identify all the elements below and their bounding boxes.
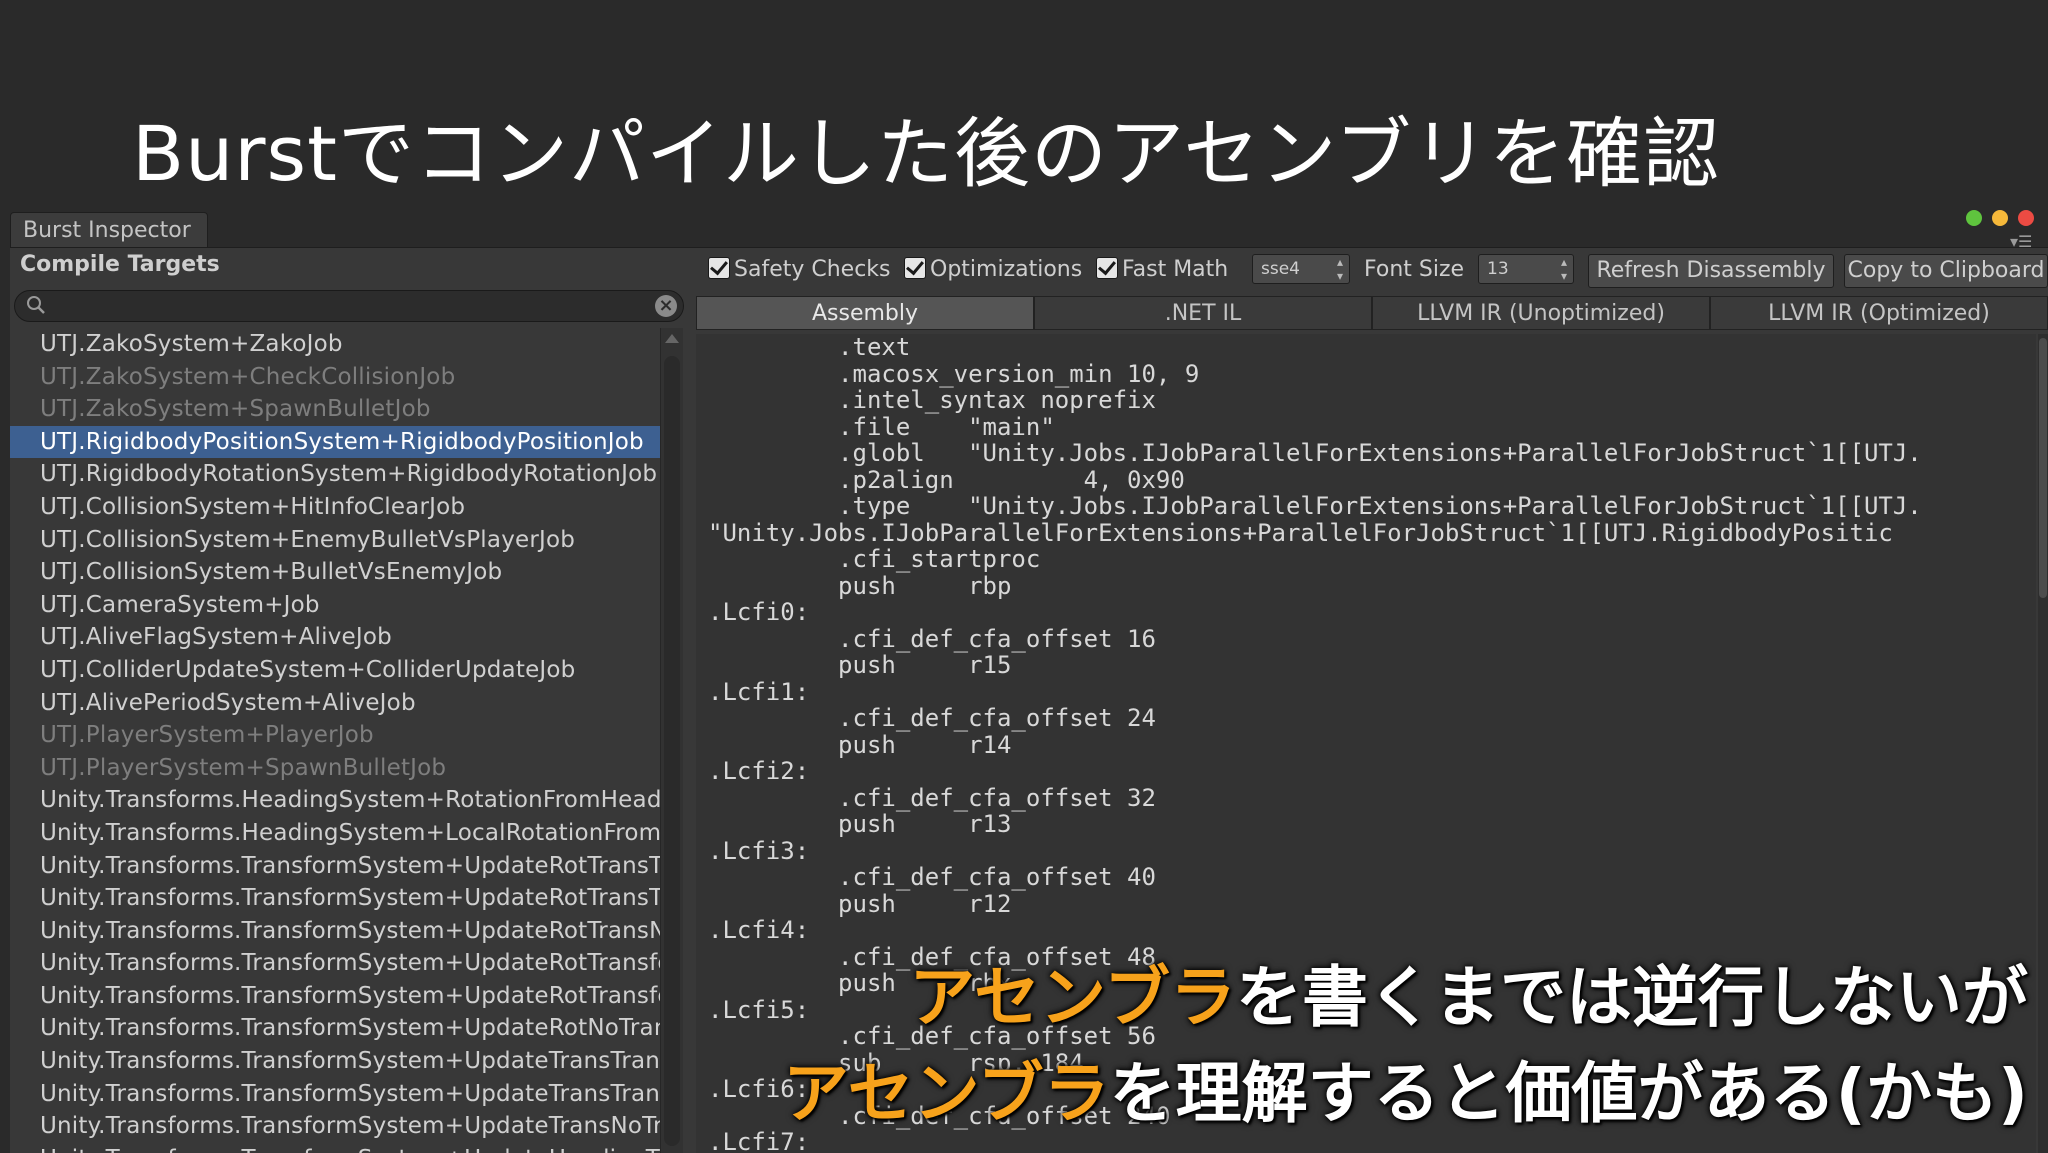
font-size-dropdown[interactable]: 13 ▴ ▾: [1478, 254, 1574, 284]
compile-target-item[interactable]: Unity.Transforms.TransformSystem+UpdateT…: [10, 1045, 670, 1078]
compile-target-item[interactable]: UTJ.ZakoSystem+CheckCollisionJob: [10, 361, 670, 394]
asm-line: .Lcfi1:: [708, 677, 810, 706]
window-close-button[interactable]: [2018, 210, 2034, 226]
compile-target-item[interactable]: UTJ.CollisionSystem+BulletVsEnemyJob: [10, 556, 670, 589]
window-tab-burst-inspector[interactable]: Burst Inspector: [10, 212, 208, 248]
compile-target-item[interactable]: Unity.Transforms.TransformSystem+UpdateH…: [10, 1143, 670, 1153]
compile-target-item[interactable]: Unity.Transforms.TransformSystem+UpdateR…: [10, 882, 670, 915]
caption-accent-word: アセンブラ: [782, 1055, 1110, 1132]
compile-targets-list: UTJ.ZakoSystem+ZakoJob UTJ.ZakoSystem+Che…: [10, 328, 670, 1153]
window-zoom-button[interactable]: [1966, 210, 1982, 226]
asm-line: .cfi_def_cfa_offset 16: [708, 624, 1156, 653]
compile-targets-panel: Compile Targets × UTJ.ZakoSystem+ZakoJob…: [10, 248, 684, 1153]
scrollbar-thumb[interactable]: [2039, 338, 2047, 598]
compile-targets-header: Compile Targets: [20, 252, 220, 277]
refresh-disassembly-button[interactable]: Refresh Disassembly: [1588, 254, 1834, 288]
window-minimize-button[interactable]: [1992, 210, 2008, 226]
compile-target-item[interactable]: Unity.Transforms.TransformSystem+UpdateR…: [10, 980, 670, 1013]
optimizations-toggle[interactable]: Optimizations: [904, 256, 1082, 284]
compile-target-item[interactable]: UTJ.ColliderUpdateSystem+ColliderUpdateJ…: [10, 654, 670, 687]
asm-line: .Lcfi0:: [708, 598, 810, 626]
compile-target-item[interactable]: UTJ.ZakoSystem+ZakoJob: [10, 328, 670, 361]
asm-line: .Lcfi3:: [708, 836, 810, 865]
tab-llvm-ir-optimized[interactable]: LLVM IR (Optimized): [1710, 296, 2048, 330]
optimizations-checkbox[interactable]: [904, 257, 926, 279]
asm-line: .cfi_def_cfa_offset 24: [708, 704, 1156, 732]
asm-line: .file "main": [708, 412, 1055, 441]
copy-to-clipboard-button[interactable]: Copy to Clipboard: [1844, 254, 2048, 288]
asm-line: "Unity.Jobs.IJobParallelForExtensions+Pa…: [708, 518, 1893, 547]
asm-line: .Lcfi4:: [708, 916, 810, 944]
font-size-label: Font Size: [1364, 257, 1465, 282]
target-cpu-dropdown[interactable]: sse4 ▴ ▾: [1252, 254, 1350, 284]
inspector-toolbar: Safety Checks Optimizations Fast Math ss…: [694, 248, 2048, 292]
tab-llvm-ir-unoptimized[interactable]: LLVM IR (Unoptimized): [1372, 296, 1710, 330]
asm-line: .cfi_startproc: [708, 545, 1041, 573]
asm-line: .type "Unity.Jobs.IJobParallelForExtensi…: [708, 492, 1922, 520]
compile-target-item[interactable]: UTJ.CollisionSystem+HitInfoClearJob: [10, 491, 670, 524]
ir-tab-bar: Assembly .NET IL LLVM IR (Unoptimized) LLVM…: [696, 296, 2048, 330]
safety-checks-checkbox[interactable]: [708, 257, 730, 279]
dropdown-arrows-icon: ▴ ▾: [1560, 255, 1567, 283]
caption-line-2: アセンブラを理解すると価値がある(かも): [782, 1055, 2028, 1132]
compile-target-item[interactable]: Unity.Transforms.HeadingSystem+LocalRota…: [10, 817, 670, 850]
compile-target-item[interactable]: UTJ.RigidbodyRotationSystem+RigidbodyRot…: [10, 458, 670, 491]
compile-target-item[interactable]: UTJ.RigidbodyPositionSystem+RigidbodyPos…: [10, 425, 670, 459]
compile-target-item[interactable]: Unity.Transforms.TransformSystem+UpdateR…: [10, 915, 670, 948]
slide-title: Burstでコンパイルした後のアセンブリを確認: [132, 109, 1721, 198]
dropdown-arrows-icon: ▴ ▾: [1336, 255, 1343, 283]
safety-checks-toggle[interactable]: Safety Checks: [708, 256, 891, 284]
compile-target-item[interactable]: UTJ.AliveFlagSystem+AliveJob: [10, 621, 670, 654]
compile-target-item[interactable]: Unity.Transforms.TransformSystem+UpdateR…: [10, 947, 670, 980]
asm-line: .macosx_version_min 10, 9: [708, 359, 1200, 388]
tab-assembly[interactable]: Assembly: [696, 296, 1034, 330]
asm-line: .p2align 4, 0x90: [708, 465, 1185, 494]
asm-line: .Lcfi2:: [708, 757, 810, 785]
tab-net-il[interactable]: .NET IL: [1034, 296, 1372, 330]
asm-line: push rbp: [708, 571, 1012, 600]
asm-line: .globl "Unity.Jobs.IJobParallelForExtens…: [708, 439, 1922, 467]
scroll-up-arrow-icon[interactable]: [665, 334, 679, 343]
fast-math-toggle[interactable]: Fast Math: [1096, 256, 1228, 284]
compile-target-item[interactable]: Unity.Transforms.TransformSystem+UpdateR…: [10, 850, 670, 883]
compile-target-item[interactable]: UTJ.PlayerSystem+PlayerJob: [10, 719, 670, 752]
compile-target-item[interactable]: Unity.Transforms.TransformSystem+UpdateT…: [10, 1078, 670, 1111]
caption-accent-word: アセンブラ: [909, 959, 1236, 1036]
asm-line: .intel_syntax noprefix: [708, 386, 1156, 414]
disassembly-scrollbar[interactable]: [2038, 334, 2048, 1153]
compile-target-item[interactable]: UTJ.CollisionSystem+EnemyBulletVsPlayerJ…: [10, 524, 670, 557]
compile-target-item[interactable]: Unity.Transforms.TransformSystem+UpdateT…: [10, 1110, 670, 1143]
compile-target-item[interactable]: Unity.Transforms.TransformSystem+UpdateR…: [10, 1012, 670, 1045]
scrollbar-thumb[interactable]: [664, 356, 680, 1146]
search-icon: [27, 296, 45, 314]
asm-line: .cfi_def_cfa_offset 40: [708, 863, 1156, 891]
asm-line: push r13: [708, 810, 1012, 838]
compile-target-item[interactable]: Unity.Transforms.HeadingSystem+RotationF…: [10, 784, 670, 817]
asm-line: push r12: [708, 889, 1012, 918]
asm-line: push r14: [708, 730, 1012, 759]
search-input[interactable]: ×: [14, 290, 684, 322]
clear-search-icon[interactable]: ×: [655, 295, 677, 317]
compile-target-item[interactable]: UTJ.PlayerSystem+SpawnBulletJob: [10, 752, 670, 785]
fast-math-checkbox[interactable]: [1096, 257, 1118, 279]
compile-target-item[interactable]: UTJ.AlivePeriodSystem+AliveJob: [10, 687, 670, 720]
asm-line: push r15: [708, 651, 1012, 679]
compile-targets-scrollbar[interactable]: [660, 328, 683, 1153]
compile-target-item[interactable]: UTJ.ZakoSystem+SpawnBulletJob: [10, 393, 670, 426]
asm-line: .cfi_def_cfa_offset 32: [708, 783, 1156, 812]
asm-line: .text: [708, 334, 911, 361]
compile-target-item[interactable]: UTJ.CameraSystem+Job: [10, 589, 670, 622]
caption-line-1: アセンブラを書くまでは逆行しないが: [909, 959, 2028, 1036]
